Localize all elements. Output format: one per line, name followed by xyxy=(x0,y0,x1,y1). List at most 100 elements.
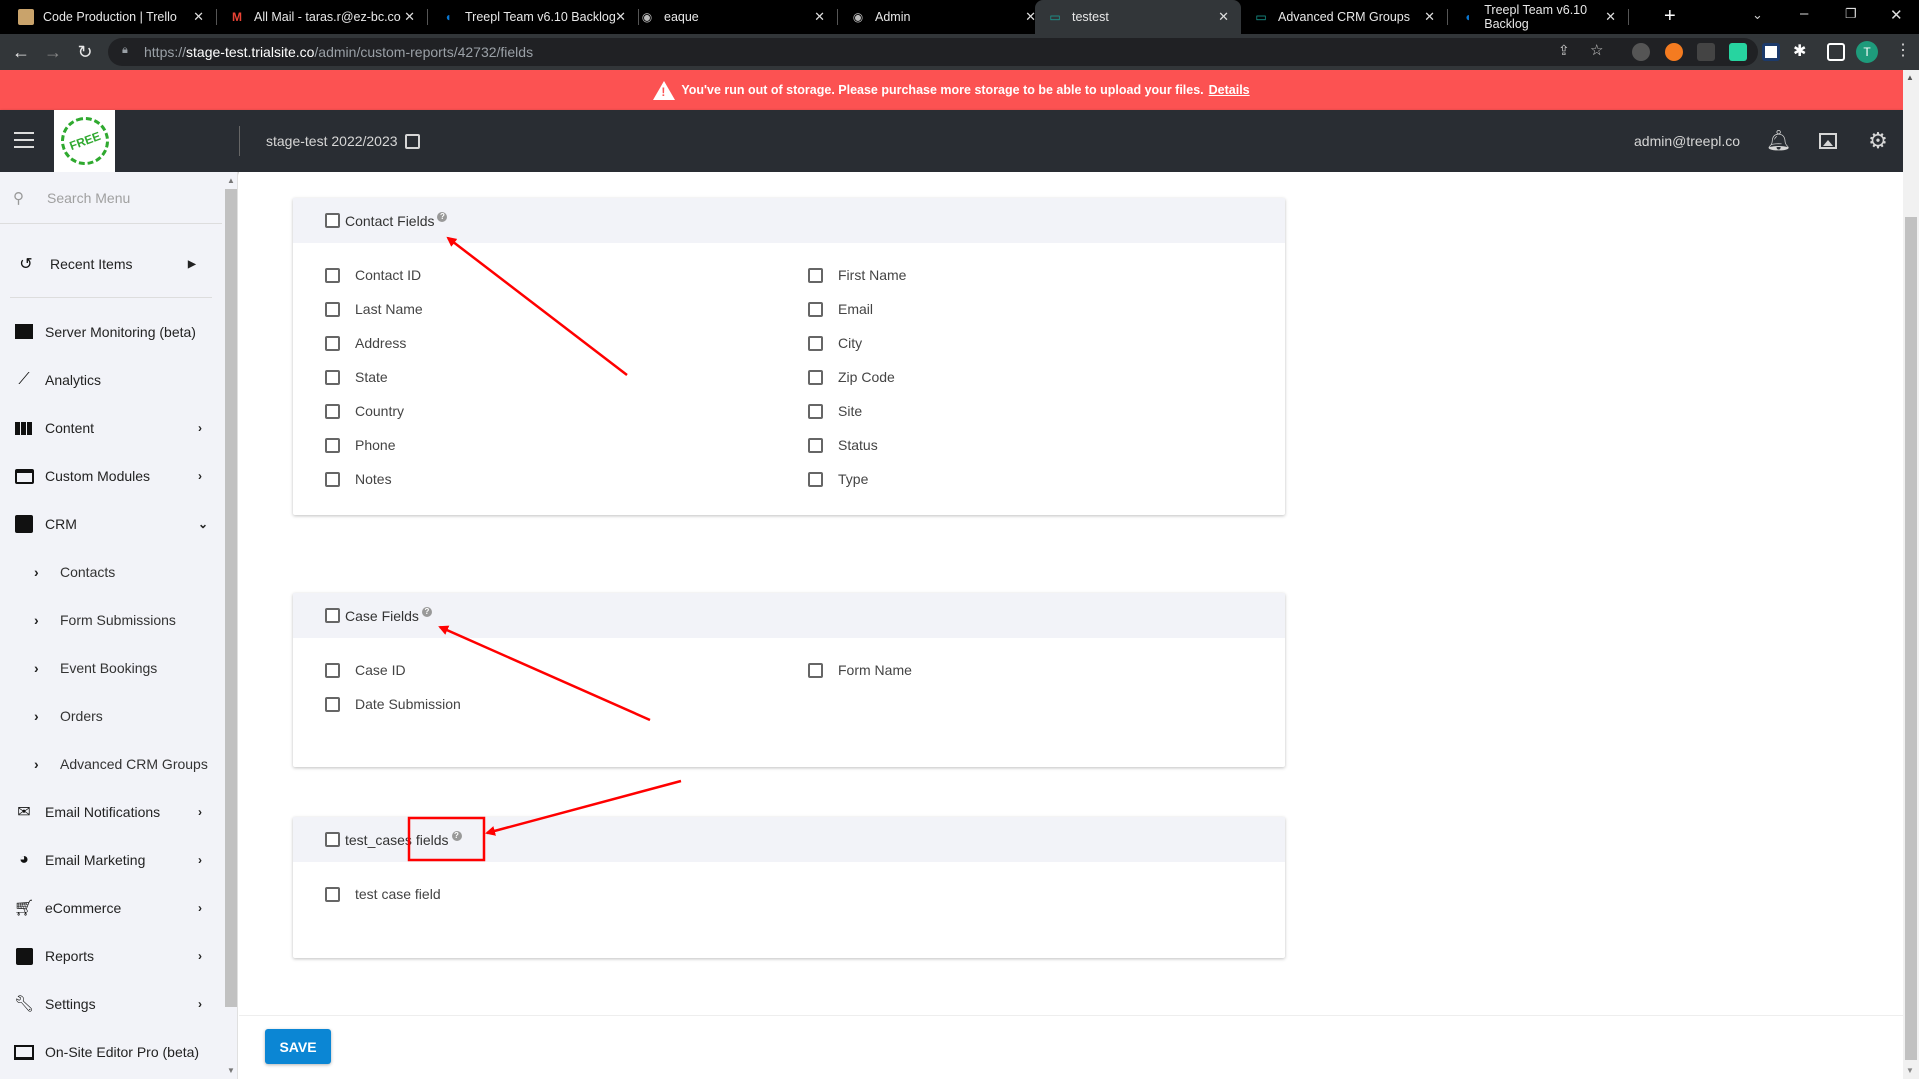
browser-menu-icon[interactable]: ⋮ xyxy=(1895,40,1911,60)
field-checkbox[interactable] xyxy=(325,662,340,678)
side-panel-icon[interactable] xyxy=(1827,43,1845,61)
field-checkbox[interactable] xyxy=(808,301,823,317)
field-checkbox-row[interactable]: First Name xyxy=(808,265,906,285)
field-checkbox-row[interactable]: Form Name xyxy=(808,660,912,680)
close-window-icon[interactable]: ✕ xyxy=(1890,6,1903,24)
page-scrollbar-thumb[interactable] xyxy=(1905,217,1917,1060)
search-menu-input[interactable] xyxy=(47,189,207,206)
sidebar-scrollbar-thumb[interactable] xyxy=(225,189,237,1007)
field-checkbox-row[interactable]: Status xyxy=(808,435,878,455)
browser-tab[interactable]: ◖ Treepl Team v6.10 Backlog ✕ xyxy=(1448,0,1628,34)
menu-icon[interactable] xyxy=(14,132,34,148)
sidebar-item-content[interactable]: Content › xyxy=(0,406,222,450)
field-checkbox-row[interactable]: Site xyxy=(808,401,862,421)
browser-tab-active[interactable]: ▭ testest ✕ xyxy=(1035,0,1241,34)
sidebar-item-settings[interactable]: 🔧︎ Settings › xyxy=(0,982,222,1026)
extension-icon[interactable] xyxy=(1729,43,1747,61)
sidebar-item-analytics[interactable]: ⟋ Analytics xyxy=(0,358,222,402)
scroll-down-icon[interactable]: ▼ xyxy=(227,1066,235,1075)
extension-icon[interactable] xyxy=(1762,43,1780,61)
field-checkbox[interactable] xyxy=(808,335,823,351)
field-checkbox-row[interactable]: Country xyxy=(325,401,404,421)
sidebar-subitem-advanced-crm-groups[interactable]: › Advanced CRM Groups xyxy=(0,742,222,786)
sidebar-item-reports[interactable]: Reports › xyxy=(0,934,222,978)
bookmark-star-icon[interactable]: ☆ xyxy=(1590,41,1603,59)
field-checkbox[interactable] xyxy=(325,437,340,453)
sidebar-item-recent-items[interactable]: ↺ Recent Items ▶ xyxy=(0,242,222,286)
image-icon[interactable] xyxy=(1816,129,1840,153)
back-icon[interactable]: ← xyxy=(10,41,32,63)
select-all-contact-fields-checkbox[interactable] xyxy=(325,213,340,228)
help-icon[interactable]: ? xyxy=(421,606,432,617)
extension-icon[interactable] xyxy=(1697,43,1715,61)
field-checkbox[interactable] xyxy=(808,471,823,487)
page-scrollbar[interactable]: ▲ ▼ xyxy=(1903,70,1919,1079)
sidebar-subitem-event-bookings[interactable]: › Event Bookings xyxy=(0,646,222,690)
extensions-puzzle-icon[interactable]: ✱ xyxy=(1793,41,1806,61)
help-icon[interactable]: ? xyxy=(437,211,448,222)
sidebar-subitem-orders[interactable]: › Orders xyxy=(0,694,222,738)
browser-tab[interactable]: ◖ Treepl Team v6.10 Backlog ✕ xyxy=(428,0,638,34)
field-checkbox-row[interactable]: Address xyxy=(325,333,406,353)
banner-details-link[interactable]: Details xyxy=(1209,83,1250,97)
select-all-case-fields-checkbox[interactable] xyxy=(325,608,340,623)
scroll-up-icon[interactable]: ▲ xyxy=(227,176,235,185)
field-checkbox-row[interactable]: Type xyxy=(808,469,868,489)
close-tab-icon[interactable]: ✕ xyxy=(1424,9,1435,25)
save-button[interactable]: SAVE xyxy=(265,1029,331,1064)
sidebar-item-on-site-editor[interactable]: On-Site Editor Pro (beta) xyxy=(0,1030,222,1074)
browser-tab[interactable]: M All Mail - taras.r@ez-bc.co ✕ xyxy=(217,0,427,34)
sidebar-subitem-contacts[interactable]: › Contacts xyxy=(0,550,222,594)
profile-avatar[interactable]: T xyxy=(1856,41,1878,63)
field-checkbox[interactable] xyxy=(808,437,823,453)
sidebar-item-custom-modules[interactable]: Custom Modules › xyxy=(0,454,222,498)
field-checkbox-row[interactable]: Phone xyxy=(325,435,395,455)
browser-tab[interactable]: ◉ Admin ✕ xyxy=(838,0,1048,34)
user-email[interactable]: admin@treepl.co xyxy=(1634,110,1740,172)
field-checkbox-row[interactable]: Date Submission xyxy=(325,694,461,714)
field-checkbox[interactable] xyxy=(808,369,823,385)
close-tab-icon[interactable]: ✕ xyxy=(1218,9,1229,25)
field-checkbox[interactable] xyxy=(325,267,340,283)
field-checkbox-row[interactable]: City xyxy=(808,333,862,353)
field-checkbox[interactable] xyxy=(325,335,340,351)
field-checkbox-row[interactable]: Last Name xyxy=(325,299,423,319)
browser-tab[interactable]: Code Production | Trello ✕ xyxy=(6,0,216,34)
field-checkbox-row[interactable]: Email xyxy=(808,299,873,319)
field-checkbox-row[interactable]: Notes xyxy=(325,469,392,489)
field-checkbox-row[interactable]: Case ID xyxy=(325,660,406,680)
close-tab-icon[interactable]: ✕ xyxy=(193,9,204,25)
sidebar-subitem-form-submissions[interactable]: › Form Submissions xyxy=(0,598,222,642)
browser-tab[interactable]: ▭ Advanced CRM Groups ✕ xyxy=(1241,0,1447,34)
field-checkbox-row[interactable]: State xyxy=(325,367,388,387)
tab-search-icon[interactable]: ⌄ xyxy=(1752,7,1763,23)
site-name-link[interactable]: stage-test 2022/2023 xyxy=(266,110,420,172)
sidebar-item-ecommerce[interactable]: 🛒︎ eCommerce › xyxy=(0,886,222,930)
minimize-icon[interactable]: – xyxy=(1800,5,1808,22)
close-tab-icon[interactable]: ✕ xyxy=(814,9,825,25)
field-checkbox[interactable] xyxy=(325,403,340,419)
close-tab-icon[interactable]: ✕ xyxy=(1605,9,1616,25)
scroll-down-icon[interactable]: ▼ xyxy=(1906,1066,1914,1075)
gear-icon[interactable]: ⚙ xyxy=(1866,129,1890,153)
forward-icon[interactable]: → xyxy=(42,41,64,63)
sidebar-scrollbar[interactable]: ▲ ▼ xyxy=(224,172,238,1079)
field-checkbox-row[interactable]: Zip Code xyxy=(808,367,895,387)
sidebar-item-crm[interactable]: CRM ⌄ xyxy=(0,502,222,546)
share-icon[interactable]: ⇪ xyxy=(1558,42,1570,59)
field-checkbox[interactable] xyxy=(808,403,823,419)
field-checkbox[interactable] xyxy=(325,369,340,385)
extension-icon[interactable] xyxy=(1665,43,1683,61)
help-icon[interactable]: ? xyxy=(451,830,462,841)
field-checkbox[interactable] xyxy=(325,301,340,317)
scroll-up-icon[interactable]: ▲ xyxy=(1906,73,1914,82)
field-checkbox[interactable] xyxy=(808,662,823,678)
field-checkbox[interactable] xyxy=(325,471,340,487)
field-checkbox[interactable] xyxy=(808,267,823,283)
select-all-test-cases-fields-checkbox[interactable] xyxy=(325,832,340,847)
site-logo[interactable]: FREE xyxy=(53,110,116,172)
close-tab-icon[interactable]: ✕ xyxy=(615,9,626,25)
bell-icon[interactable]: 🔔︎ xyxy=(1766,129,1791,153)
extension-icon[interactable] xyxy=(1632,43,1650,61)
field-checkbox[interactable] xyxy=(325,696,340,712)
